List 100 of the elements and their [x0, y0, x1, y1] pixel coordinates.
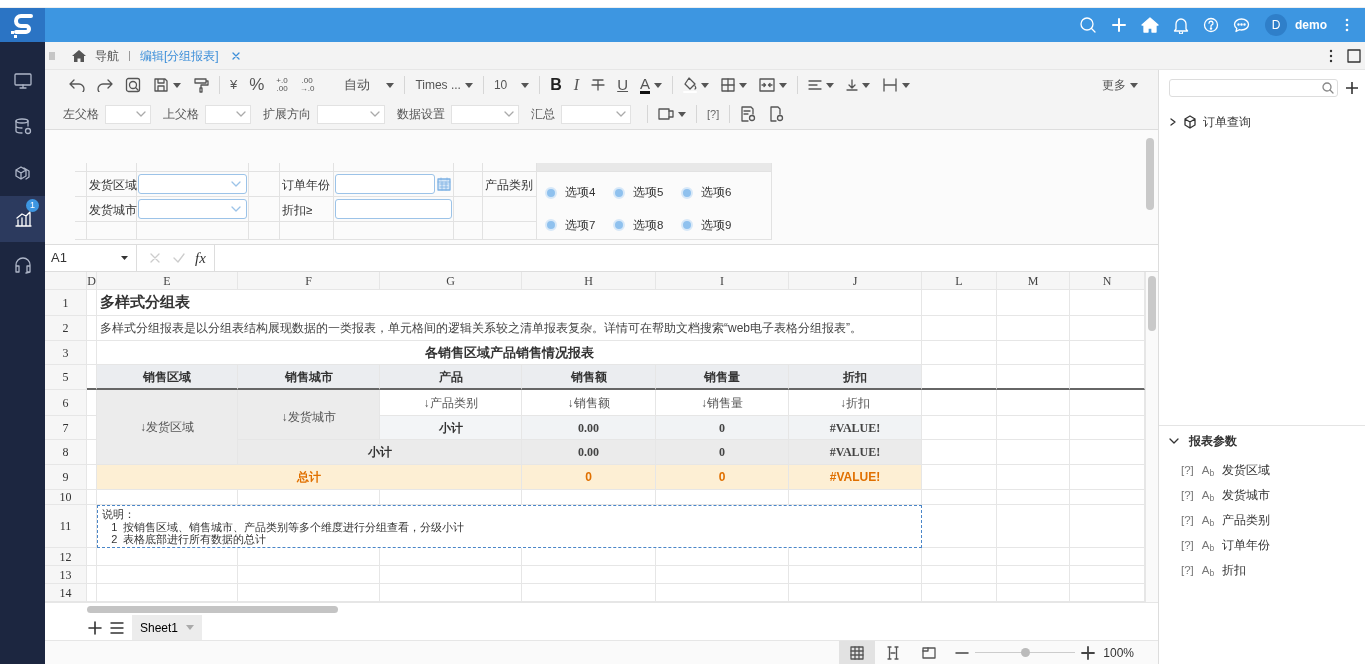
add-icon[interactable] [1346, 82, 1358, 94]
close-icon[interactable] [230, 50, 241, 61]
caret-icon[interactable] [173, 82, 181, 88]
radio-button[interactable] [545, 186, 557, 199]
tab[interactable]: 导航 [65, 46, 125, 65]
row-header[interactable]: 6 [45, 390, 87, 416]
format-dropdown[interactable]: 自动 [338, 73, 401, 97]
decimal-button[interactable]: +.0 .00 [270, 73, 294, 97]
user-avatar[interactable]: D [1265, 14, 1287, 36]
calendar-icon[interactable] [437, 177, 451, 191]
row-header[interactable]: 9 [45, 465, 87, 490]
caret-icon[interactable] [386, 82, 395, 88]
font-color-button[interactable]: A [634, 73, 669, 97]
caret-icon[interactable] [701, 82, 710, 88]
zoom-slider[interactable] [1021, 648, 1031, 657]
more-icon[interactable] [1329, 48, 1333, 63]
row-header[interactable]: 12 [45, 548, 87, 566]
percent-button[interactable]: % [243, 73, 271, 97]
zoom-in-icon[interactable] [1081, 645, 1096, 660]
column-header[interactable]: E [97, 272, 238, 290]
tree-item[interactable]: 订单查询 [1159, 113, 1365, 131]
underline-button[interactable]: U [611, 73, 635, 97]
caret-icon[interactable] [654, 82, 663, 88]
search-field[interactable] [1169, 79, 1338, 97]
dropdown-field[interactable] [317, 104, 385, 124]
add-sheet-icon[interactable] [88, 620, 102, 635]
bold-button[interactable]: B [544, 73, 568, 97]
italic-button[interactable]: I [567, 73, 586, 97]
section-header[interactable]: 报表参数 [1159, 432, 1365, 450]
search-icon[interactable] [1079, 16, 1097, 34]
row-header[interactable]: 10 [45, 490, 87, 505]
row-header[interactable]: 14 [45, 584, 87, 602]
radio-button[interactable] [613, 219, 625, 232]
caret-icon[interactable] [521, 82, 530, 88]
radio-button[interactable] [545, 219, 557, 232]
parameter-item[interactable]: [?] A$_{b}$ 产品类别 [1159, 508, 1365, 533]
column-header[interactable]: F [238, 272, 380, 290]
column-header[interactable]: L [922, 272, 997, 290]
more-dropdown[interactable]: 更多 [1096, 73, 1144, 97]
column-header[interactable]: I [656, 272, 789, 290]
dropdown-field[interactable] [561, 104, 631, 124]
zoom-out-icon[interactable] [955, 650, 970, 655]
scrollbar[interactable] [87, 605, 338, 613]
chevron-down-icon[interactable] [136, 111, 146, 117]
column-header[interactable]: J [789, 272, 922, 290]
row-header[interactable]: 7 [45, 416, 87, 440]
scrollbar[interactable] [1146, 138, 1154, 210]
plus-icon[interactable] [1111, 17, 1127, 33]
dropdown-field[interactable] [205, 104, 251, 124]
caret-icon[interactable] [739, 82, 748, 88]
row-header[interactable]: 13 [45, 566, 87, 584]
caret-icon[interactable] [902, 82, 911, 88]
column-header[interactable]: M [997, 272, 1070, 290]
parameter-item[interactable]: [?] A$_{b}$ 折扣 [1159, 558, 1365, 583]
row-header[interactable]: 1 [45, 290, 87, 316]
row-header[interactable]: 2 [45, 316, 87, 341]
caret-icon[interactable] [779, 82, 788, 88]
dropdown-field[interactable] [105, 104, 151, 124]
menu-icon[interactable] [110, 621, 124, 634]
sheet-tab[interactable]: Sheet1 [132, 615, 203, 640]
radio-button[interactable] [613, 186, 625, 199]
caret-icon[interactable] [1130, 82, 1138, 88]
view-button[interactable] [839, 641, 876, 664]
function-label[interactable]: fx [195, 246, 206, 270]
dropdown-field[interactable] [138, 174, 247, 194]
font-dropdown[interactable]: Times ... [409, 73, 479, 97]
drag-handle-icon[interactable] [49, 51, 55, 60]
decimal-button[interactable]: .00 →.0 [293, 73, 321, 97]
caret-icon[interactable] [826, 82, 835, 88]
caret-icon[interactable] [678, 111, 686, 117]
radio-button[interactable] [681, 186, 693, 199]
input-field[interactable] [335, 199, 452, 219]
font-size-dropdown[interactable]: 10 [487, 73, 536, 97]
caret-icon[interactable] [464, 82, 473, 88]
radio-button[interactable] [681, 219, 693, 232]
row-header[interactable]: 5 [45, 365, 87, 390]
column-header[interactable]: H [522, 272, 656, 290]
cell-reference[interactable]: A1 [45, 245, 137, 271]
column-header[interactable]: G [380, 272, 522, 290]
currency-button[interactable]: ¥ [224, 73, 244, 97]
chevron-down-icon[interactable] [370, 111, 380, 117]
dropdown-field[interactable] [451, 104, 519, 124]
maximize-icon[interactable] [1347, 48, 1361, 63]
chevron-down-icon[interactable] [236, 111, 246, 117]
home-icon[interactable] [1141, 17, 1159, 33]
scrollbar[interactable] [1148, 276, 1156, 331]
chat-icon[interactable] [1233, 17, 1250, 33]
parameter-item[interactable]: [?] A$_{b}$ 订单年份 [1159, 533, 1365, 558]
row-header[interactable]: 11 [45, 505, 87, 548]
parameter-item[interactable]: [?] A$_{b}$ 发货区域 [1159, 458, 1365, 483]
row-header[interactable]: 8 [45, 440, 87, 465]
parameter-item[interactable]: [?] A$_{b}$ 发货城市 [1159, 483, 1365, 508]
row-header[interactable]: 3 [45, 341, 87, 365]
chevron-down-icon[interactable] [504, 111, 514, 117]
chevron-down-icon[interactable] [616, 111, 626, 117]
parameter-button[interactable]: [?] [701, 102, 726, 126]
date-field[interactable] [335, 174, 435, 194]
bell-icon[interactable] [1173, 16, 1189, 34]
caret-icon[interactable] [862, 82, 871, 88]
help-icon[interactable] [1203, 17, 1219, 33]
